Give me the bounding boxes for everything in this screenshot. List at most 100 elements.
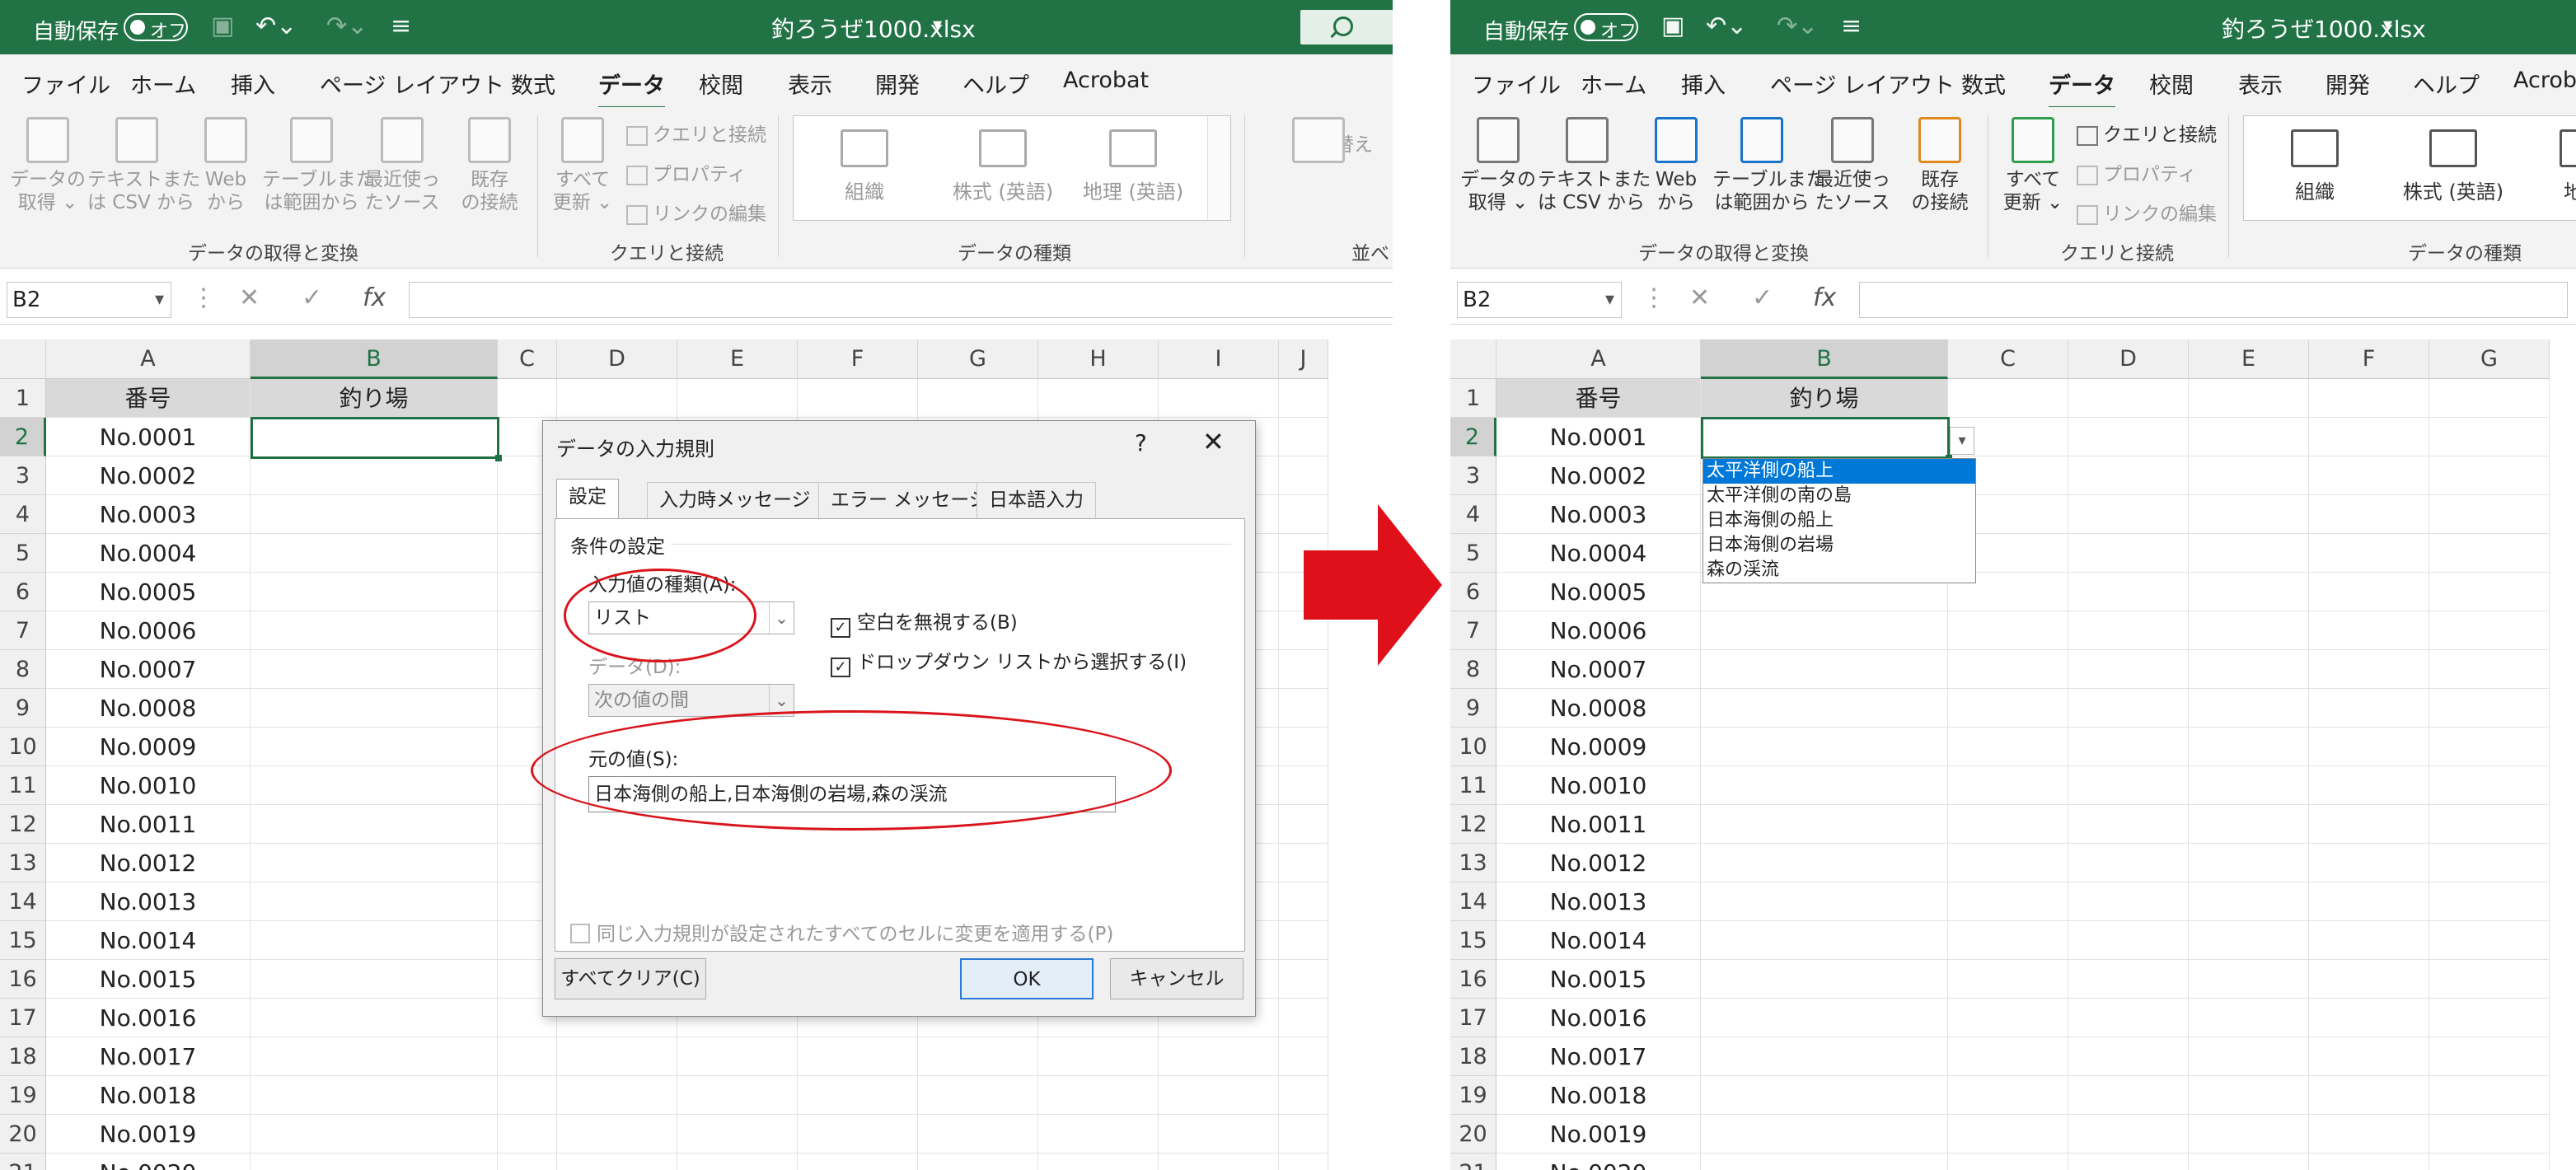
tab-page-layout[interactable]: ページ レイアウト: [320, 68, 504, 100]
column-header-h[interactable]: H: [1038, 339, 1159, 379]
table-cell[interactable]: [251, 882, 498, 921]
table-cell[interactable]: No.0006: [46, 611, 251, 650]
table-cell[interactable]: No.0017: [1496, 1037, 1701, 1076]
table-cell[interactable]: [2068, 921, 2189, 960]
header-cell[interactable]: [1948, 379, 2068, 418]
table-cell[interactable]: [1159, 1154, 1279, 1170]
table-cell[interactable]: [1948, 999, 2068, 1037]
row-header[interactable]: 14: [0, 882, 46, 921]
table-cell[interactable]: [2189, 534, 2309, 573]
table-cell[interactable]: [2429, 728, 2550, 766]
table-cell[interactable]: [1948, 650, 2068, 689]
table-cell[interactable]: [251, 650, 498, 689]
row-header[interactable]: 20: [0, 1115, 46, 1154]
table-cell[interactable]: [2068, 534, 2189, 573]
header-cell[interactable]: 釣り場: [1701, 379, 1948, 418]
header-cell[interactable]: [1159, 379, 1279, 418]
table-cell[interactable]: [251, 573, 498, 611]
table-cell[interactable]: No.0002: [46, 456, 251, 495]
table-cell[interactable]: [1948, 844, 2068, 882]
table-cell[interactable]: [1701, 999, 1948, 1037]
search-box[interactable]: [1300, 10, 1393, 44]
table-cell[interactable]: [2429, 495, 2550, 534]
table-cell[interactable]: [2429, 689, 2550, 728]
column-header-a[interactable]: A: [46, 339, 251, 379]
table-cell[interactable]: [918, 1115, 1038, 1154]
column-header-d[interactable]: D: [2068, 339, 2189, 379]
table-cell[interactable]: [1159, 1037, 1279, 1076]
table-cell[interactable]: [1279, 1115, 1328, 1154]
recent-sources-button[interactable]: 最近使っ たソース: [1810, 117, 1895, 214]
table-cell[interactable]: [798, 1037, 918, 1076]
tab-acrobat[interactable]: Acrobat: [1063, 68, 1149, 93]
save-icon[interactable]: ▣: [1661, 12, 1684, 40]
dropdown-option[interactable]: 太平洋側の南の島: [1703, 484, 1975, 508]
table-cell[interactable]: [1279, 999, 1328, 1037]
undo-icon[interactable]: ↶⌄: [255, 12, 297, 40]
cancel-icon[interactable]: ✕: [239, 283, 260, 312]
table-cell[interactable]: [918, 1037, 1038, 1076]
tab-insert[interactable]: 挿入: [231, 68, 275, 100]
table-cell[interactable]: [251, 921, 498, 960]
table-cell[interactable]: [2429, 650, 2550, 689]
cancel-icon[interactable]: ✕: [1689, 283, 1710, 312]
table-cell[interactable]: [1279, 728, 1328, 766]
table-cell[interactable]: [1701, 1076, 1948, 1115]
data-types-gallery[interactable]: 組織 株式 (英語) 地理 (英語): [793, 115, 1231, 221]
table-cell[interactable]: No.0005: [46, 573, 251, 611]
table-cell[interactable]: [2189, 1115, 2309, 1154]
table-cell[interactable]: [251, 1115, 498, 1154]
chevron-down-icon[interactable]: ▾: [2383, 15, 2392, 35]
table-cell[interactable]: [1948, 960, 2068, 999]
table-cell[interactable]: [2189, 805, 2309, 844]
table-cell[interactable]: [2068, 1115, 2189, 1154]
table-cell[interactable]: [2068, 766, 2189, 805]
table-cell[interactable]: [251, 534, 498, 573]
insert-function-icon[interactable]: fx: [363, 283, 386, 312]
table-cell[interactable]: [2429, 456, 2550, 495]
get-data-button[interactable]: データの 取得 ⌄: [8, 117, 87, 214]
table-cell[interactable]: [2068, 650, 2189, 689]
file-title[interactable]: 釣ろうぜ1000.xlsx: [2222, 12, 2426, 44]
table-cell[interactable]: No.0010: [46, 766, 251, 805]
get-data-button[interactable]: データの 取得 ⌄: [1459, 117, 1538, 214]
table-cell[interactable]: [2189, 611, 2309, 650]
row-header[interactable]: 21: [0, 1154, 46, 1170]
enter-icon[interactable]: ✓: [302, 283, 322, 312]
header-cell[interactable]: 番号: [1496, 379, 1701, 418]
row-header[interactable]: 14: [1450, 882, 1496, 921]
table-cell[interactable]: [2068, 999, 2189, 1037]
table-cell[interactable]: [2189, 766, 2309, 805]
table-cell[interactable]: [2189, 1154, 2309, 1170]
tab-acrobat[interactable]: Acrob: [2513, 68, 2576, 93]
table-cell[interactable]: [1948, 805, 2068, 844]
column-header-e[interactable]: E: [2189, 339, 2309, 379]
tab-formulas[interactable]: 数式: [1961, 68, 2006, 100]
table-cell[interactable]: [2429, 1076, 2550, 1115]
close-icon[interactable]: ✕: [1202, 426, 1225, 457]
row-header[interactable]: 19: [0, 1076, 46, 1115]
table-cell[interactable]: [251, 1037, 498, 1076]
cell-dropdown-arrow[interactable]: ▾: [1950, 427, 1974, 455]
header-cell[interactable]: 番号: [46, 379, 251, 418]
table-cell[interactable]: No.0009: [46, 728, 251, 766]
table-cell[interactable]: [1948, 766, 2068, 805]
tab-file[interactable]: ファイル: [1472, 68, 1561, 100]
refresh-all-button[interactable]: すべて 更新 ⌄: [1996, 117, 2070, 214]
table-cell[interactable]: No.0005: [1496, 573, 1701, 611]
table-cell[interactable]: [1701, 844, 1948, 882]
formula-input[interactable]: [409, 282, 1393, 318]
tab-file[interactable]: ファイル: [21, 68, 110, 100]
edit-links-button[interactable]: リンクの編集: [626, 198, 766, 227]
table-cell[interactable]: No.0016: [46, 999, 251, 1037]
table-cell[interactable]: [498, 1076, 557, 1115]
properties-button[interactable]: プロパティ: [626, 158, 747, 188]
row-header[interactable]: 8: [1450, 650, 1496, 689]
row-header[interactable]: 20: [1450, 1115, 1496, 1154]
column-header-g[interactable]: G: [918, 339, 1038, 379]
table-cell[interactable]: No.0016: [1496, 999, 1701, 1037]
table-cell[interactable]: No.0014: [46, 921, 251, 960]
table-cell[interactable]: [677, 1115, 798, 1154]
table-cell[interactable]: No.0007: [46, 650, 251, 689]
table-cell[interactable]: [251, 766, 498, 805]
